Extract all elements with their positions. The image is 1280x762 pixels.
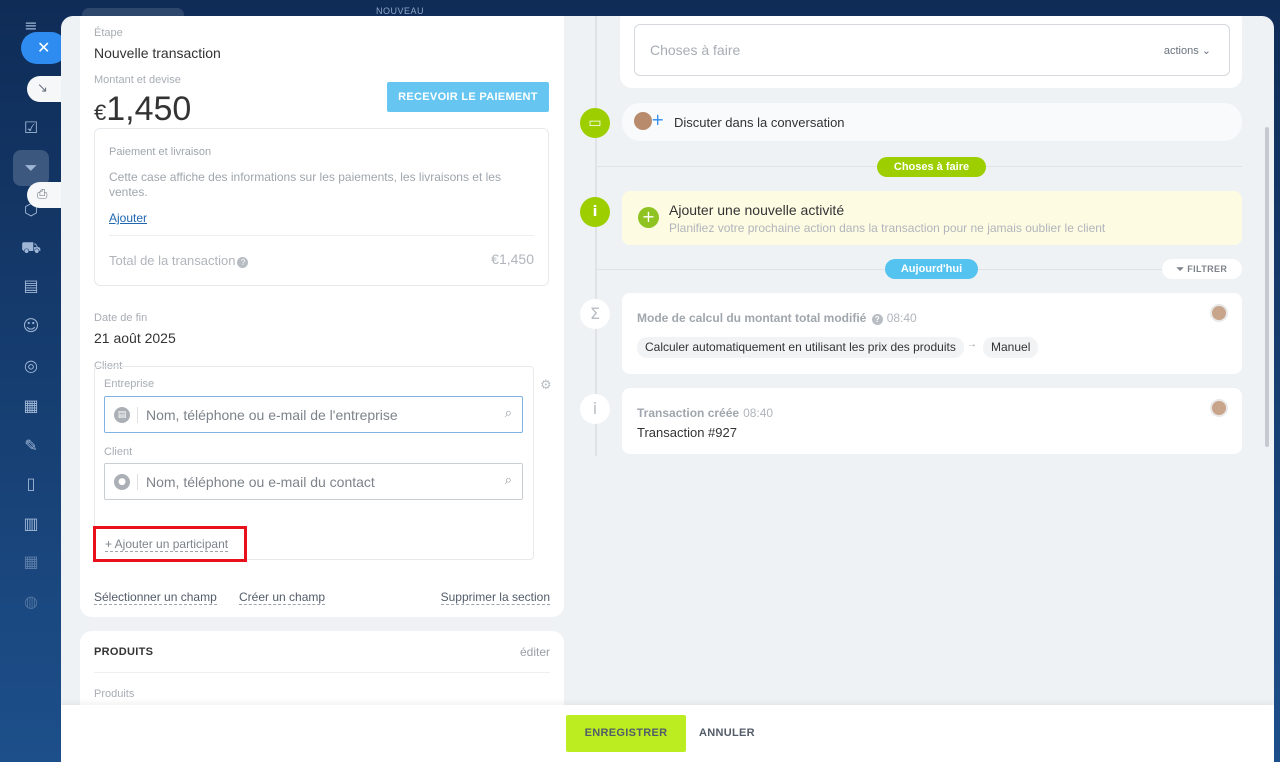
- company-icon: ▤: [114, 407, 130, 423]
- filter-button[interactable]: ⏷ FILTRER: [1162, 259, 1242, 279]
- divider: [94, 672, 550, 673]
- stage-label: Étape: [94, 27, 123, 39]
- pen-icon[interactable]: ✎: [21, 436, 41, 456]
- chevron-down-icon: ⌄: [1201, 45, 1211, 57]
- cancel-button[interactable]: ANNULER: [699, 727, 755, 739]
- stage-value[interactable]: Nouvelle transaction: [94, 45, 221, 61]
- deal-total-label: Total de la transaction?: [109, 253, 249, 268]
- todo-input[interactable]: Choses à faire actions ⌄: [634, 24, 1230, 76]
- end-date-value[interactable]: 21 août 2025: [94, 330, 176, 346]
- delete-section-link[interactable]: Supprimer la section: [440, 590, 550, 605]
- analytics-icon[interactable]: ▥: [21, 514, 41, 534]
- chat-bubble-icon: ▭: [580, 108, 610, 138]
- save-button[interactable]: ENREGISTRER: [566, 715, 686, 752]
- event-from-chip: Calculer automatiquement en utilisant le…: [637, 337, 964, 358]
- info-icon: i: [580, 197, 610, 227]
- document-icon[interactable]: ▯: [21, 474, 41, 494]
- add-participant-highlight[interactable]: + Ajouter un participant: [93, 526, 247, 562]
- new-activity-subtitle: Planifiez votre prochaine action dans la…: [669, 221, 1106, 235]
- field-divider: [137, 474, 138, 490]
- plus-icon: +: [651, 110, 665, 129]
- company-search-field[interactable]: ▤ Nom, téléphone ou e-mail de l'entrepri…: [104, 396, 523, 433]
- filter-icon: ⏷: [1176, 264, 1185, 274]
- todo-badge: Choses à faire: [877, 157, 986, 177]
- company-label: Entreprise: [104, 378, 155, 390]
- end-date-label: Date de fin: [94, 312, 148, 324]
- payment-title: Paiement et livraison: [109, 146, 212, 158]
- new-activity-title: Ajouter une nouvelle activité: [669, 202, 845, 218]
- timeline-scrollbar[interactable]: [1265, 127, 1269, 447]
- crm-funnel-icon[interactable]: ⏷: [21, 158, 41, 178]
- search-icon[interactable]: ⌕: [505, 473, 512, 488]
- chat-text: Discuter dans la conversation: [674, 115, 845, 130]
- add-activity-plus-icon[interactable]: +: [638, 207, 659, 228]
- today-badge: Aujourd'hui: [885, 259, 978, 279]
- contact-card-icon[interactable]: ▤: [21, 276, 41, 296]
- cart-icon[interactable]: ⛟: [21, 238, 41, 258]
- new-activity-card[interactable]: + Ajouter une nouvelle activité Planifie…: [622, 191, 1242, 245]
- products-title: PRODUITS: [94, 646, 154, 658]
- search-icon[interactable]: ⌕: [505, 406, 512, 421]
- deal-slider: Étape Nouvelle transaction Montant et de…: [61, 16, 1274, 762]
- amount-number: 1,450: [106, 90, 192, 128]
- print-tab-icon[interactable]: ⎙: [27, 182, 61, 208]
- event-to-chip: Manuel: [983, 337, 1039, 358]
- contact-label: Client: [104, 446, 133, 458]
- todo-card: Choses à faire actions ⌄: [620, 16, 1242, 88]
- gear-icon[interactable]: ⚙: [540, 378, 552, 393]
- event-card: Mode de calcul du montant total modifié …: [622, 293, 1242, 374]
- avatar: [634, 112, 652, 130]
- receive-payment-button[interactable]: RECEVOIR LE PAIEMENT: [387, 82, 549, 112]
- payment-delivery-box: Paiement et livraison Cette case affiche…: [94, 128, 549, 286]
- avatar[interactable]: [1210, 304, 1228, 322]
- event-title: Mode de calcul du montant total modifié …: [637, 311, 917, 325]
- target-icon[interactable]: ◎: [21, 356, 41, 376]
- amount-value[interactable]: €1,450: [94, 90, 191, 129]
- chat-row[interactable]: + Discuter dans la conversation: [622, 103, 1242, 141]
- todo-placeholder: Choses à faire: [650, 42, 741, 58]
- help-icon[interactable]: ?: [237, 257, 249, 268]
- amount-label: Montant et devise: [94, 74, 181, 86]
- field-divider: [137, 407, 138, 423]
- disk-icon[interactable]: ◍: [21, 592, 41, 612]
- products-label: Produits: [94, 688, 135, 700]
- person-icon: ●: [114, 474, 130, 490]
- products-edit-link[interactable]: éditer: [520, 645, 550, 659]
- contact-search-field[interactable]: ● Nom, téléphone ou e-mail du contact ⌕: [104, 463, 523, 500]
- tasks-icon[interactable]: ☑: [21, 118, 41, 138]
- robot-icon[interactable]: ☺: [21, 316, 41, 336]
- select-field-link[interactable]: Sélectionner un champ: [94, 590, 217, 605]
- footer-bar: ENREGISTRER ANNULER: [61, 705, 1274, 762]
- minimize-tab-icon[interactable]: ↘: [27, 76, 61, 102]
- company-placeholder: Nom, téléphone ou e-mail de l'entreprise: [146, 407, 398, 423]
- event-body: Transaction #927: [637, 425, 737, 440]
- left-rail: ≡ ☑ ⏷ ⬡ ⛟ ▤ ☺ ◎ ▦ ✎ ▯ ▥ ▦ ◍: [0, 0, 62, 762]
- payment-description: Cette case affiche des informations sur …: [109, 170, 501, 199]
- help-icon[interactable]: ?: [871, 314, 883, 325]
- column-title-ghost: NOUVEAU: [376, 6, 425, 16]
- storage-icon[interactable]: ▦: [21, 396, 41, 416]
- calendar-icon[interactable]: ▦: [21, 552, 41, 572]
- deal-details-card: Étape Nouvelle transaction Montant et de…: [80, 16, 564, 617]
- avatar[interactable]: [1210, 399, 1228, 417]
- event-title: Transaction créée 08:40: [637, 406, 774, 420]
- add-participant-link[interactable]: + Ajouter un participant: [105, 537, 229, 552]
- info-icon: i: [580, 394, 610, 424]
- event-card: Transaction créée 08:40 Transaction #927: [622, 388, 1242, 454]
- contact-placeholder: Nom, téléphone ou e-mail du contact: [146, 474, 375, 490]
- deal-total-value: €1,450: [491, 251, 534, 267]
- divider: [109, 235, 534, 236]
- create-field-link[interactable]: Créer un champ: [239, 590, 326, 605]
- currency-symbol: €: [94, 100, 107, 125]
- sigma-icon: Σ: [580, 299, 610, 329]
- timeline-line: [595, 16, 597, 456]
- todo-actions-dropdown[interactable]: actions ⌄: [1164, 44, 1211, 57]
- arrow-right-icon: →: [967, 339, 977, 350]
- payment-add-link[interactable]: Ajouter: [109, 211, 147, 225]
